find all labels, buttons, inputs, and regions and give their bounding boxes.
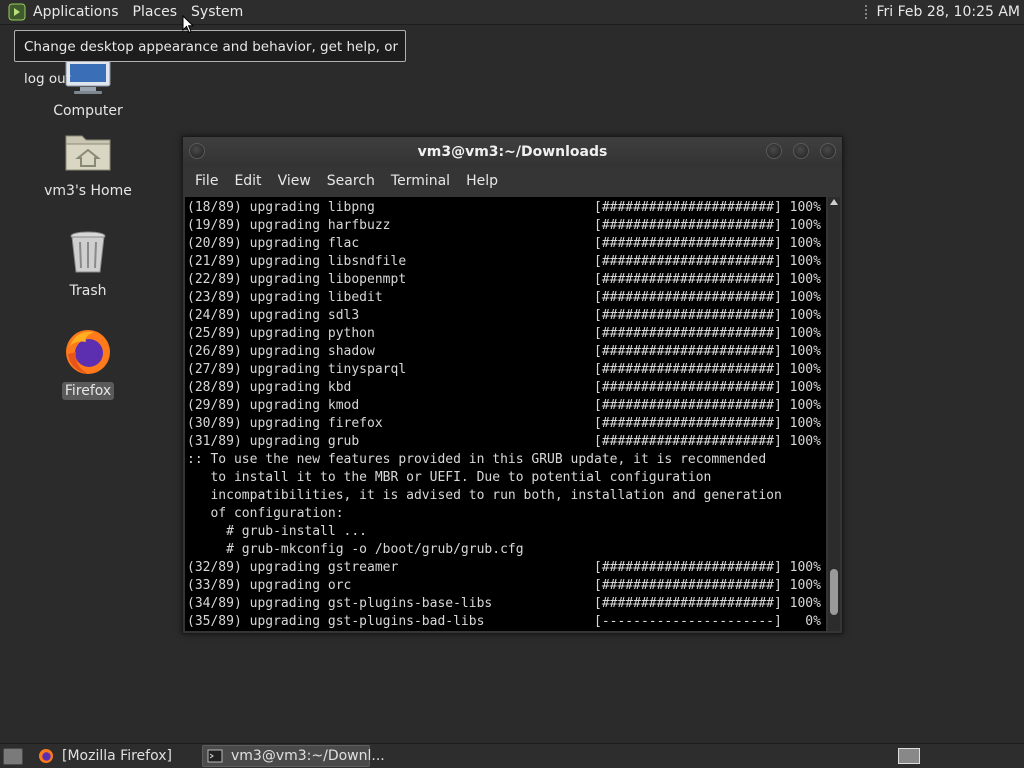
firefox-icon [62,326,114,378]
terminal-text: (18/89) upgrading libpng [##############… [185,197,826,631]
menu-edit[interactable]: Edit [226,173,269,189]
terminal-line: (34/89) upgrading gst-plugins-base-libs … [187,596,821,611]
clock[interactable]: Fri Feb 28, 10:25 AM [876,4,1020,20]
applications-logo-icon[interactable] [8,3,26,21]
terminal-line: (20/89) upgrading flac [################… [187,236,821,251]
taskbar-item-label: vm3@vm3:~/Downl... [231,748,385,764]
window-title: vm3@vm3:~/Downloads [417,144,608,160]
home-folder-icon [62,126,114,178]
bottom-panel: [Mozilla Firefox] vm3@vm3:~/Downl... [0,743,1024,768]
window-menu-icon[interactable] [189,143,205,159]
scrollbar-thumb[interactable] [830,569,838,615]
terminal-line: (29/89) upgrading kmod [################… [187,398,821,413]
terminal-line: (21/89) upgrading libsndfile [##########… [187,254,821,269]
scroll-up-arrow-icon[interactable] [830,199,838,205]
terminal-line: of configuration: [187,506,344,521]
terminal-icon [207,749,223,763]
terminal-line: (18/89) upgrading libpng [##############… [187,200,821,215]
taskbar-item-terminal[interactable]: vm3@vm3:~/Downl... [202,745,385,767]
desktop-icon-label: Firefox [61,382,115,400]
terminal-line: (19/89) upgrading harfbuzz [############… [187,218,821,233]
mouse-pointer-icon [182,15,194,34]
workspace-switcher[interactable] [898,748,920,764]
desktop-icon-firefox[interactable]: Firefox [38,326,138,400]
clock-area: Fri Feb 28, 10:25 AM [864,0,1020,24]
desktop-icon-home[interactable]: vm3's Home [38,126,138,200]
panel-menu-bar: Applications Places System [0,0,250,24]
minimize-button[interactable] [766,143,782,159]
terminal-line: (23/89) upgrading libedit [#############… [187,290,821,305]
menu-terminal[interactable]: Terminal [383,173,458,189]
panel-handle-icon[interactable] [864,4,869,20]
desktop-icon-trash[interactable]: Trash [38,226,138,300]
menu-search[interactable]: Search [319,173,383,189]
terminal-line: # grub-mkconfig -o /boot/grub/grub.cfg [187,542,524,557]
terminal-scrollbar[interactable] [828,197,840,631]
maximize-button[interactable] [793,143,809,159]
terminal-line: (33/89) upgrading orc [#################… [187,578,821,593]
terminal-line: (24/89) upgrading sdl3 [################… [187,308,821,323]
desktop-icon-label: Computer [53,103,123,119]
menu-view[interactable]: View [270,173,319,189]
terminal-line: (27/89) upgrading tinysparql [##########… [187,362,821,377]
terminal-line: (31/89) upgrading grub [################… [187,434,821,449]
terminal-menubar: File Edit View Search Terminal Help [183,167,842,195]
terminal-line: (28/89) upgrading kbd [#################… [187,380,821,395]
close-button[interactable] [820,143,836,159]
taskbar-item-firefox[interactable]: [Mozilla Firefox] [34,745,200,767]
window-titlebar[interactable]: vm3@vm3:~/Downloads [183,137,842,167]
terminal-line: (25/89) upgrading python [##############… [187,326,821,341]
trash-icon [62,226,114,278]
terminal-line: # grub-install ... [187,524,368,539]
desktop-icon-label: vm3's Home [44,183,132,199]
system-menu-tooltip: Change desktop appearance and behavior, … [14,30,406,87]
terminal-line: (22/89) upgrading libopenmpt [##########… [187,272,821,287]
top-panel: Applications Places System Fri Feb 28, 1… [0,0,1024,25]
terminal-window[interactable]: vm3@vm3:~/Downloads File Edit View Searc… [182,136,843,634]
terminal-line: (35/89) upgrading gst-plugins-bad-libs [… [187,614,821,629]
show-desktop-icon[interactable] [3,748,23,765]
terminal-line: (30/89) upgrading firefox [#############… [187,416,821,431]
places-menu[interactable]: Places [126,0,185,24]
menu-file[interactable]: File [187,173,226,189]
terminal-line: (32/89) upgrading gstreamer [###########… [187,560,821,575]
firefox-icon [39,749,53,763]
terminal-line: :: To use the new features provided in t… [187,452,767,467]
terminal-line: (26/89) upgrading shadow [##############… [187,344,821,359]
terminal-line: incompatibilities, it is advised to run … [187,488,782,503]
applications-menu[interactable]: Applications [26,0,126,24]
desktop-icon-label: Trash [69,283,107,299]
taskbar-item-label: [Mozilla Firefox] [62,748,172,764]
terminal-output[interactable]: (18/89) upgrading libpng [##############… [185,197,826,631]
terminal-line: to install it to the MBR or UEFI. Due to… [187,470,712,485]
menu-help[interactable]: Help [458,173,506,189]
